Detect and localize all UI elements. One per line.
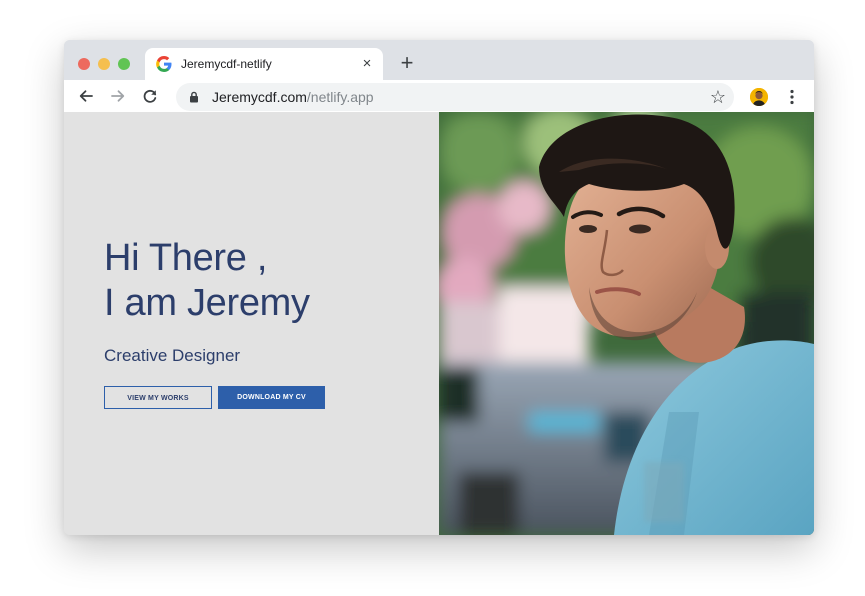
url-path: /netlify.app [306,89,374,105]
address-bar[interactable]: Jeremycdf.com/netlify.app ☆ [176,83,734,111]
browser-tab[interactable]: Jeremycdf-netlify × [145,48,383,80]
star-icon[interactable]: ☆ [710,86,726,108]
window-maximize-button[interactable] [118,58,130,70]
plus-icon[interactable]: + [397,52,417,74]
close-icon[interactable]: × [359,56,375,72]
kebab-menu-icon[interactable] [786,88,798,106]
forward-arrow-icon[interactable] [108,86,128,106]
back-arrow-icon[interactable] [76,86,96,106]
browser-toolbar: Jeremycdf.com/netlify.app ☆ [64,80,814,112]
portrait-photo-image [439,112,814,535]
download-cv-button[interactable]: DOWNLOAD MY CV [218,386,325,409]
tab-title: Jeremycdf-netlify [181,57,272,71]
url-host: Jeremycdf.com [212,89,307,105]
browser-window: Jeremycdf-netlify × + Jeremycdf.com/netl… [64,40,814,535]
reload-icon[interactable] [140,86,160,106]
window-close-button[interactable] [78,58,90,70]
google-favicon-icon [156,56,172,72]
hero-headline-line1: Hi There , [104,237,268,279]
url-text: Jeremycdf.com/netlify.app [212,89,374,105]
avatar-face-icon [750,88,768,106]
hero-text-panel: Hi There , I am Jeremy Creative Designer… [64,112,439,535]
lock-icon [190,91,198,103]
view-my-works-button[interactable]: VIEW MY WORKS [104,386,212,409]
hero-headline-line2: I am Jeremy [104,282,310,324]
tab-strip: Jeremycdf-netlify × + [64,40,814,80]
profile-avatar[interactable] [750,88,768,106]
page-viewport: Hi There , I am Jeremy Creative Designer… [64,112,814,535]
hero-subtitle: Creative Designer [104,346,241,365]
portrait-photo [439,112,814,535]
window-minimize-button[interactable] [98,58,110,70]
